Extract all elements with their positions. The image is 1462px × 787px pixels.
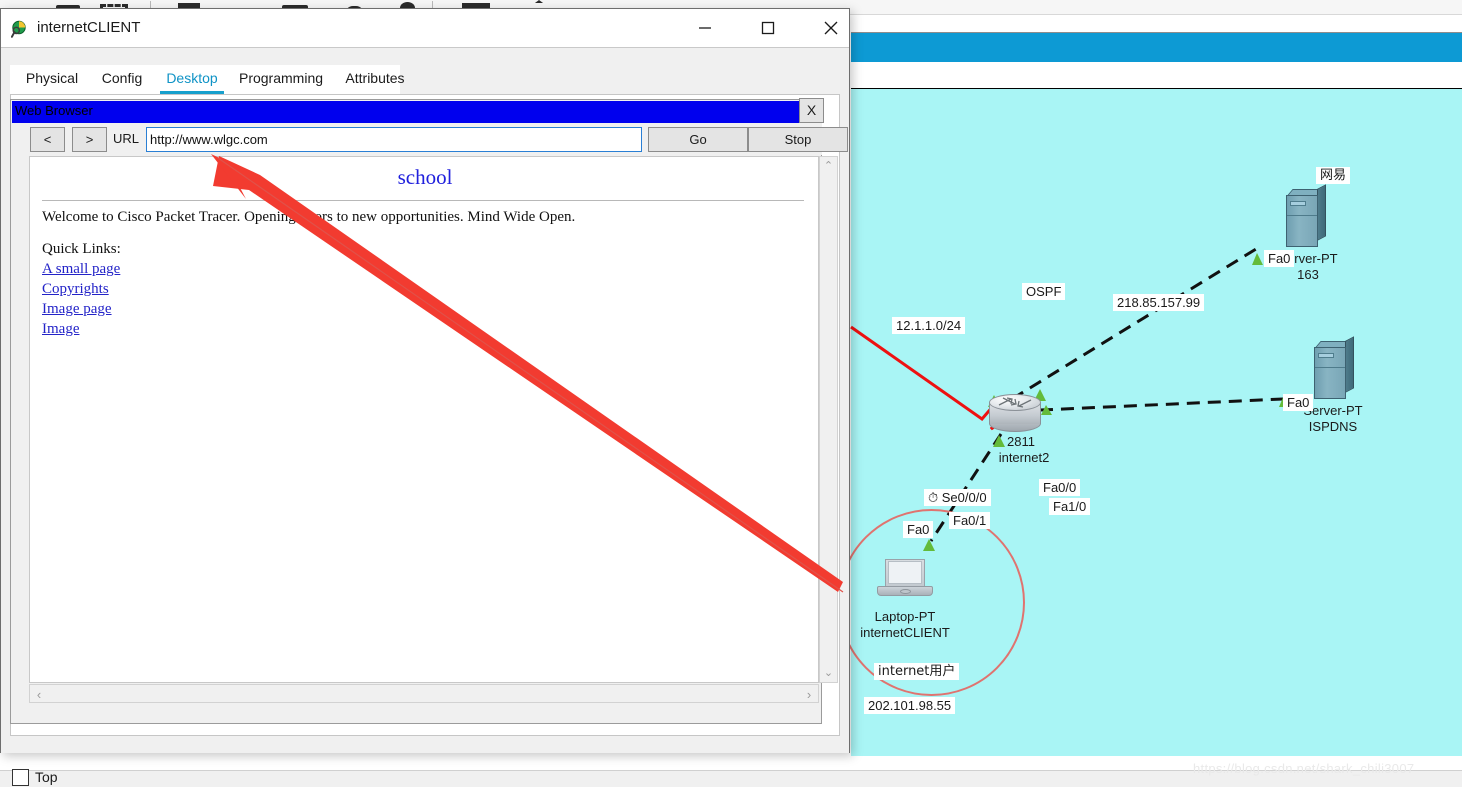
browser-forward-button[interactable]: > xyxy=(72,127,107,152)
url-input[interactable] xyxy=(146,127,642,152)
browser-close-button[interactable]: X xyxy=(799,98,824,123)
device-server-163[interactable] xyxy=(1286,184,1326,247)
page-title: school xyxy=(397,165,453,189)
scroll-down-icon[interactable]: ⌄ xyxy=(820,666,837,679)
server-divider xyxy=(1287,215,1317,216)
annotation-client-group: internet用户 xyxy=(874,663,960,680)
iface-label-fa0-1: Fa0/1 xyxy=(949,512,991,529)
app-white-gap xyxy=(851,62,1462,87)
router-model-label: 2811 xyxy=(1007,434,1035,449)
page-link-a-small-page[interactable]: A small page xyxy=(42,261,120,278)
topology-canvas[interactable]: 2811 internet2 Server-PT 163 Server-PT I… xyxy=(838,88,1462,757)
tab-desktop[interactable]: Desktop xyxy=(156,65,228,94)
server-ispdns-name-label: ISPDNS xyxy=(1308,419,1358,434)
device-dialog-window[interactable]: internetCLIENT Physical Config Desktop P… xyxy=(0,8,850,786)
eth-link-to-ispdns xyxy=(1018,397,1284,413)
dialog-tab-bar: Physical Config Desktop Programming Attr… xyxy=(10,65,405,94)
tab-physical[interactable]: Physical xyxy=(16,65,88,94)
iface-label-fa0-ispdns: Fa0 xyxy=(1283,394,1314,411)
tab-attributes[interactable]: Attributes xyxy=(334,65,416,94)
browser-horizontal-scrollbar[interactable]: ‹ › xyxy=(29,684,819,703)
device-server-ispdns[interactable] xyxy=(1314,336,1354,399)
page-welcome-text: Welcome to Cisco Packet Tracer. Opening … xyxy=(42,209,576,225)
page-link-image-page[interactable]: Image page xyxy=(42,301,112,318)
server-side xyxy=(1345,336,1354,393)
url-label: URL xyxy=(113,131,140,146)
server-divider xyxy=(1315,367,1345,368)
annotation-client-public-ip: 202.101.98.55 xyxy=(864,697,956,714)
server-side xyxy=(1317,184,1326,241)
page-divider xyxy=(42,200,804,201)
browser-vertical-scrollbar[interactable]: ⌃ ⌄ xyxy=(819,156,838,683)
stop-button[interactable]: Stop xyxy=(748,127,848,152)
packet-tracer-icon xyxy=(11,20,26,38)
web-browser-app[interactable]: Web Browser X < > URL Go Stop school Wel… xyxy=(10,98,848,724)
page-link-copyrights[interactable]: Copyrights xyxy=(42,281,109,298)
browser-title-bar[interactable]: Web Browser xyxy=(12,101,822,123)
router-arrows-icon xyxy=(998,397,1032,408)
clock-icon: ⏱ xyxy=(928,490,939,505)
server-163-name-label: 163 xyxy=(1297,267,1319,282)
page-quick-links-label: Quick Links: xyxy=(42,241,121,257)
iface-label-fa0-laptop: Fa0 xyxy=(903,521,934,538)
app-accent-bar xyxy=(851,32,1462,64)
watermark-text: https://blog.csdn.net/shark_chili3007 xyxy=(1193,761,1415,776)
device-router-internet2[interactable] xyxy=(989,394,1041,434)
annotation-ospf: OSPF xyxy=(1022,283,1066,300)
link-status-163 xyxy=(1252,253,1263,265)
close-icon[interactable] xyxy=(799,9,862,47)
dialog-title-text: internetCLIENT xyxy=(37,19,141,36)
iface-label-fa0-0: Fa0/0 xyxy=(1039,479,1081,496)
tab-programming[interactable]: Programming xyxy=(230,65,332,94)
browser-back-button[interactable]: < xyxy=(30,127,65,152)
iface-label-fa1-0: Fa1/0 xyxy=(1049,498,1091,515)
annotation-isp-link-ip: 218.85.157.99 xyxy=(1113,294,1205,311)
eth-link-to-163 xyxy=(1011,247,1257,401)
scroll-left-icon[interactable]: ‹ xyxy=(33,687,45,702)
iface-label-fa0-163: Fa0 xyxy=(1264,250,1295,267)
scroll-right-icon[interactable]: › xyxy=(803,687,815,702)
top-checkbox-label: Top xyxy=(35,769,58,785)
annotation-server-163-brand: 网易 xyxy=(1316,167,1351,184)
page-link-image[interactable]: Image xyxy=(42,321,79,338)
dialog-title-bar[interactable]: internetCLIENT xyxy=(1,9,849,47)
server-drive-slot xyxy=(1318,353,1334,358)
server-drive-slot xyxy=(1290,201,1306,206)
browser-page-content: school Welcome to Cisco Packet Tracer. O… xyxy=(29,156,819,683)
browser-toolbar: < > URL Go Stop xyxy=(12,123,848,155)
annotation-wan-subnet: 12.1.1.0/24 xyxy=(892,317,966,334)
top-checkbox[interactable] xyxy=(12,769,29,786)
browser-title-text: Web Browser xyxy=(15,103,93,118)
scroll-up-icon[interactable]: ⌃ xyxy=(820,159,837,172)
minimize-icon[interactable] xyxy=(673,9,736,47)
router-name-label: internet2 xyxy=(998,450,1050,465)
iface-label-se0-0-0: ⏱ Se0/0/0 xyxy=(924,489,991,506)
dialog-body: Physical Config Desktop Programming Attr… xyxy=(1,47,849,786)
go-button[interactable]: Go xyxy=(648,127,748,152)
maximize-icon[interactable] xyxy=(736,9,799,47)
tab-config[interactable]: Config xyxy=(90,65,154,94)
